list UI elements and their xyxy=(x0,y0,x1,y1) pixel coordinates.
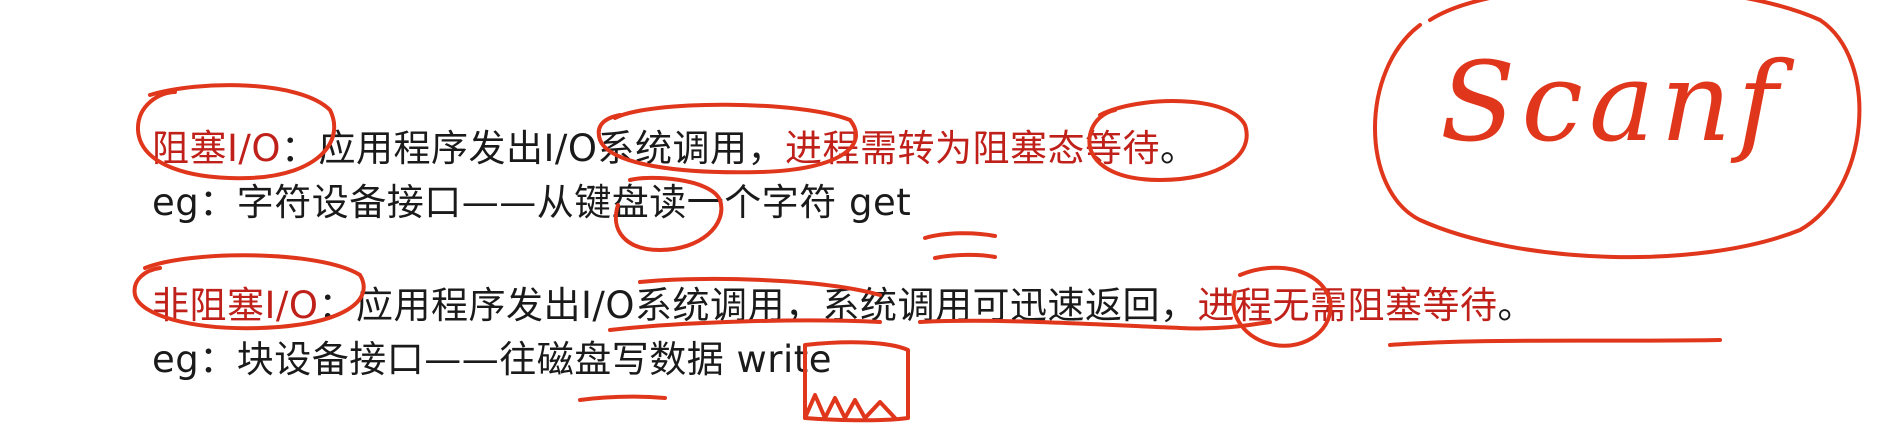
ink-underline-no-block xyxy=(1388,338,1722,347)
ink-underline-disk xyxy=(578,394,667,402)
nonblocking-io-text: 应用程序发出I/O系统调用，系统调用可迅速返回， xyxy=(356,284,1198,327)
nonblocking-io-definition: 非阻塞I/O：应用程序发出I/O系统调用，系统调用可迅速返回，进程无需阻塞等待。 xyxy=(152,283,1535,329)
nonblocking-io-term: 非阻塞I/O xyxy=(152,284,319,327)
nonblocking-io-colon: ： xyxy=(318,284,357,327)
blocking-example-word: get xyxy=(849,181,912,224)
nonblocking-io-end: 。 xyxy=(1497,284,1536,327)
blocking-io-definition: 阻塞I/O：应用程序发出I/O系统调用，进程需转为阻塞态等待。 xyxy=(152,126,1198,172)
blocking-io-text: 应用程序发出I/O系统调用， xyxy=(318,127,786,170)
blocking-io-end: 。 xyxy=(1160,127,1198,170)
ink-scribble-write xyxy=(803,393,897,420)
ink-ellipse-scanf xyxy=(1373,0,1862,260)
blocking-example-text: 字符设备接口——从键盘读一个字符 xyxy=(236,181,850,224)
nonblocking-example-word: write xyxy=(736,338,833,381)
nonblocking-example-prefix: eg： xyxy=(152,338,237,381)
blocking-example-prefix: eg： xyxy=(152,181,237,224)
blocking-io-term: 阻塞I/O xyxy=(152,127,282,170)
ink-underline-get-2 xyxy=(933,252,997,260)
nonblocking-io-red-text: 进程无需阻塞等待 xyxy=(1197,284,1498,327)
blocking-io-colon: ： xyxy=(281,127,319,170)
nonblocking-example-text: 块设备接口——往磁盘写数据 xyxy=(236,338,737,381)
scanf-word: Scanf xyxy=(1440,38,1794,166)
ink-underline-get xyxy=(923,231,997,240)
blocking-io-example: eg：字符设备接口——从键盘读一个字符 get xyxy=(152,180,911,226)
blocking-io-red-text: 进程需转为阻塞态等待 xyxy=(785,127,1161,170)
nonblocking-io-example: eg：块设备接口——往磁盘写数据 write xyxy=(152,337,832,383)
